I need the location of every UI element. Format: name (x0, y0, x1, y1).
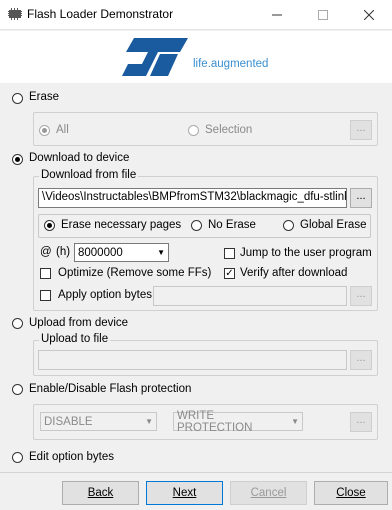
cancel-button[interactable]: Cancel (230, 481, 307, 505)
logo-banner (0, 31, 392, 83)
address-select[interactable]: 8000000 ▼ (74, 243, 169, 262)
optimize-label: Optimize (Remove some FFs) (58, 267, 212, 279)
st-logo-icon (122, 38, 188, 76)
chevron-down-icon: ▼ (145, 417, 153, 426)
download-radio[interactable] (12, 154, 23, 165)
next-label: Next (172, 487, 197, 499)
download-label: Download to device (29, 152, 130, 164)
protection-type-select[interactable]: WRITE PROTECTION ▼ (173, 409, 303, 434)
chevron-down-icon: ▼ (157, 248, 165, 257)
apply-option-label: Apply option bytes (58, 289, 152, 301)
maximize-icon (318, 10, 328, 20)
global-erase-radio[interactable] (283, 220, 294, 231)
upload-file-field[interactable] (38, 350, 347, 370)
erase-label: Erase (29, 91, 60, 103)
no-erase-radio[interactable] (191, 220, 202, 231)
erase-selection-label: Selection (205, 124, 253, 136)
cancel-label: Cancel (250, 487, 287, 499)
protection-browse-button[interactable]: ... (350, 412, 372, 432)
upload-radio[interactable] (12, 318, 23, 329)
protection-type-value: WRITE PROTECTION (177, 409, 253, 434)
protection-label: Enable/Disable Flash protection (29, 383, 192, 395)
close-window-button[interactable] (346, 0, 392, 30)
next-button[interactable]: Next (146, 481, 223, 505)
protection-mode-select[interactable]: DISABLE ▼ (40, 412, 157, 431)
protection-radio[interactable] (12, 384, 23, 395)
global-erase-label: Global Erase (300, 219, 367, 231)
option-browse-button[interactable]: ... (350, 286, 372, 306)
optimize-checkbox[interactable] (40, 268, 51, 279)
chevron-down-icon: ▼ (291, 417, 299, 426)
app-icon (8, 8, 22, 20)
erase-browse-button[interactable]: ... (350, 120, 372, 140)
back-button[interactable]: Back (62, 481, 139, 505)
apply-option-checkbox[interactable] (40, 290, 51, 301)
upload-browse-button[interactable]: ... (350, 350, 372, 370)
upload-label: Upload from device (29, 317, 129, 329)
edit-option-label: Edit option bytes (29, 451, 115, 463)
erase-necessary-label: Erase necessary pages (61, 219, 182, 231)
erase-all-label: All (56, 124, 69, 136)
minimize-button[interactable] (254, 0, 300, 30)
close-label: Close (336, 487, 366, 499)
no-erase-label: No Erase (208, 219, 256, 231)
jump-checkbox[interactable] (224, 248, 235, 259)
address-unit-label: (h) (56, 246, 71, 258)
erase-necessary-radio[interactable] (44, 220, 55, 231)
back-label: Back (87, 487, 114, 499)
download-browse-button[interactable]: ... (350, 188, 372, 208)
logo-tagline: life.augmented (193, 58, 269, 70)
minimize-icon (272, 14, 282, 16)
check-icon: ✓ (225, 267, 234, 279)
download-group-label: Download from file (39, 169, 139, 181)
protection-mode-value: DISABLE (44, 415, 93, 428)
verify-checkbox[interactable]: ✓ (224, 268, 235, 279)
erase-all-radio[interactable] (39, 125, 50, 136)
erase-radio[interactable] (12, 93, 23, 104)
close-icon (364, 10, 374, 20)
jump-label: Jump to the user program (240, 247, 372, 259)
close-button[interactable]: Close (314, 481, 388, 505)
erase-selection-radio[interactable] (188, 125, 199, 136)
footer-divider (0, 472, 392, 473)
verify-label: Verify after download (240, 267, 348, 279)
upload-group-label: Upload to file (39, 333, 111, 345)
window-title: Flash Loader Demonstrator (27, 7, 174, 21)
download-file-field[interactable]: \Videos\Instructables\BMPfromSTM32\black… (38, 188, 347, 208)
maximize-button[interactable] (300, 0, 346, 30)
title-bar: Flash Loader Demonstrator (0, 0, 392, 30)
address-value: 8000000 (78, 246, 123, 259)
option-file-field[interactable] (153, 286, 347, 306)
edit-option-radio[interactable] (12, 452, 23, 463)
address-at-label: @ (40, 246, 52, 258)
